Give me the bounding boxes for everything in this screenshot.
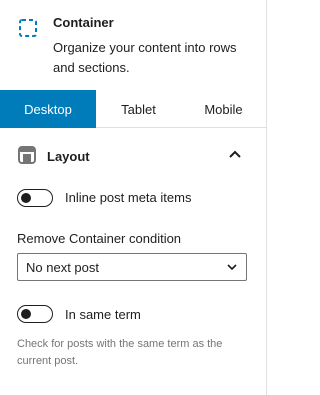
block-title: Container <box>53 15 114 30</box>
remove-condition-label: Remove Container condition <box>17 231 182 246</box>
container-icon <box>18 18 38 38</box>
inline-post-meta-label: Inline post meta items <box>65 190 192 205</box>
chevron-down-icon <box>224 259 240 275</box>
tab-mobile[interactable]: Mobile <box>181 90 266 128</box>
layout-icon <box>17 145 37 165</box>
same-term-label: In same term <box>65 307 141 322</box>
inline-post-meta-toggle[interactable] <box>17 189 53 207</box>
block-card: Container Organize your content into row… <box>0 0 266 90</box>
tab-tablet[interactable]: Tablet <box>96 90 181 128</box>
chevron-up-icon[interactable] <box>227 147 243 163</box>
same-term-toggle[interactable] <box>17 305 53 323</box>
help-text: Check for posts with the same term as th… <box>17 338 223 367</box>
toggle-knob <box>21 308 31 319</box>
select-value: No next post <box>26 260 99 275</box>
remove-condition-select[interactable]: No next post <box>17 253 247 281</box>
toggle-knob <box>21 192 31 203</box>
device-tabs: Desktop Tablet Mobile <box>0 90 266 128</box>
layout-panel-title: Layout <box>47 149 90 164</box>
block-description: Organize your content into rows and sect… <box>53 40 237 75</box>
tab-desktop[interactable]: Desktop <box>0 90 96 128</box>
block-inspector-panel: Container Organize your content into row… <box>0 0 267 395</box>
